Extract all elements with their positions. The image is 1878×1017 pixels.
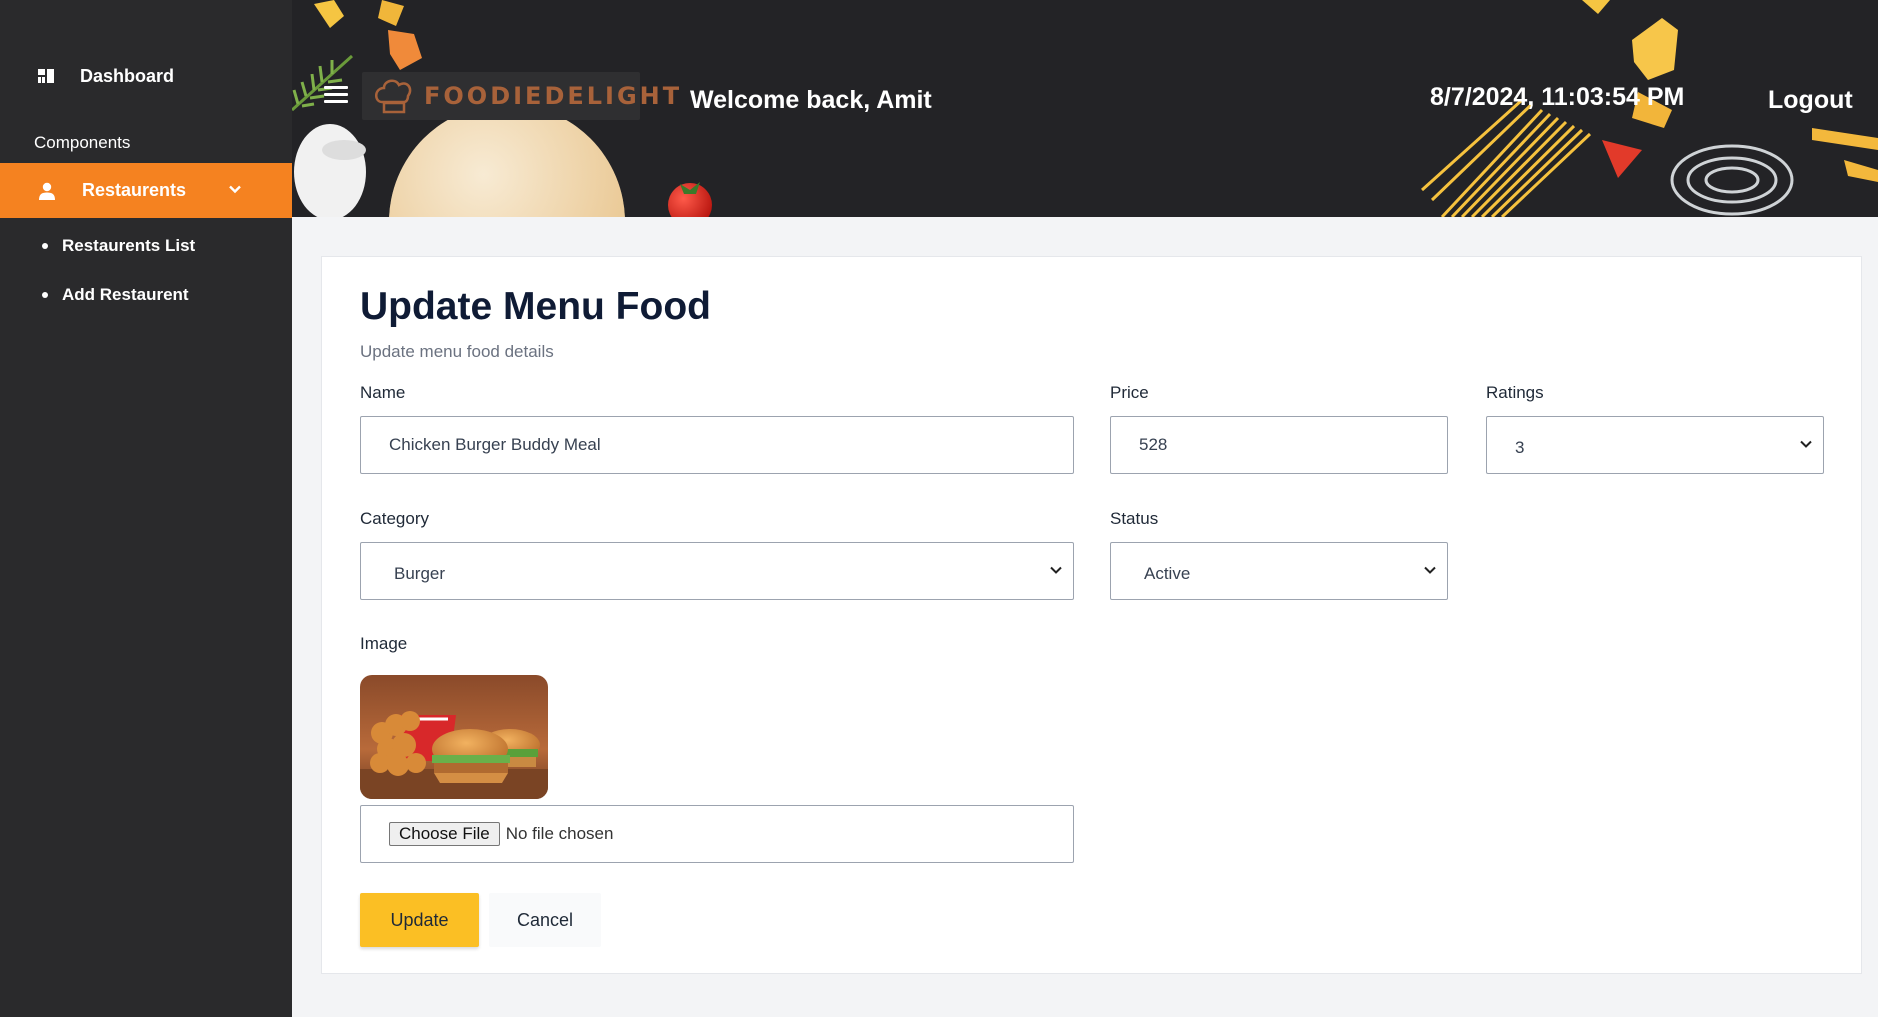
status-select[interactable]: Active	[1110, 542, 1448, 600]
food-image-preview	[360, 675, 548, 799]
chevron-down-icon	[229, 185, 241, 194]
category-label: Category	[360, 509, 429, 528]
sidebar: Dashboard Components Restaurents Restaur…	[0, 0, 292, 1017]
choose-file-button[interactable]: Choose File	[389, 822, 500, 846]
update-menu-food-card: Update Menu Food Update menu food detail…	[321, 256, 1862, 974]
image-label: Image	[360, 634, 408, 653]
price-value: 528	[1139, 435, 1168, 454]
chevron-down-icon	[1800, 440, 1812, 448]
top-header: FOODIEDELIGHT Welcome back, Amit 8/7/202…	[292, 0, 1878, 217]
menu-toggle-button[interactable]	[324, 86, 348, 106]
status-value: Active	[1144, 564, 1191, 583]
sidebar-subitem-restaurants-list[interactable]: Restaurents List	[42, 236, 195, 256]
cancel-button[interactable]: Cancel	[489, 893, 601, 947]
chef-hat-icon	[375, 79, 412, 114]
image-file-input[interactable]: Choose File No file chosen	[360, 805, 1074, 863]
page-subtitle: Update menu food details	[360, 342, 554, 361]
page-title: Update Menu Food	[360, 285, 711, 328]
price-label: Price	[1110, 383, 1149, 402]
category-value: Burger	[394, 564, 446, 583]
name-value: Chicken Burger Buddy Meal	[389, 435, 601, 454]
status-label: Status	[1110, 509, 1159, 528]
sidebar-section-title: Components	[34, 133, 131, 152]
category-select[interactable]: Burger	[360, 542, 1074, 600]
logout-button[interactable]: Logout	[1768, 86, 1853, 115]
brand-name: FOODIEDELIGHT	[424, 82, 683, 110]
chevron-down-icon	[1424, 566, 1436, 574]
ratings-label: Ratings	[1486, 383, 1544, 402]
sidebar-subitem-add-restaurant[interactable]: Add Restaurent	[42, 285, 189, 305]
sidebar-item-label: Restaurents	[82, 180, 187, 200]
bullet-icon	[42, 292, 48, 298]
name-input[interactable]: Chicken Burger Buddy Meal	[360, 416, 1074, 474]
brand-logo: FOODIEDELIGHT	[362, 72, 679, 120]
current-datetime: 8/7/2024, 11:03:54 PM	[1430, 83, 1685, 111]
name-label: Name	[360, 383, 406, 402]
sidebar-subitem-label: Add Restaurent	[62, 285, 189, 304]
chevron-down-icon	[1050, 566, 1062, 574]
welcome-message: Welcome back, Amit	[690, 86, 932, 114]
dashboard-icon	[38, 69, 54, 83]
update-button[interactable]: Update	[360, 893, 479, 947]
sidebar-subitem-label: Restaurents List	[62, 236, 196, 255]
sidebar-item-label: Dashboard	[80, 65, 175, 86]
sidebar-item-restaurants[interactable]: Restaurents	[0, 163, 292, 218]
bullet-icon	[42, 243, 48, 249]
price-input[interactable]: 528	[1110, 416, 1448, 474]
sidebar-item-dashboard[interactable]: Dashboard	[38, 64, 174, 88]
ratings-value: 3	[1515, 438, 1525, 457]
ratings-select[interactable]: 3	[1486, 416, 1824, 474]
user-icon	[39, 182, 55, 200]
no-file-text: No file chosen	[505, 824, 614, 843]
